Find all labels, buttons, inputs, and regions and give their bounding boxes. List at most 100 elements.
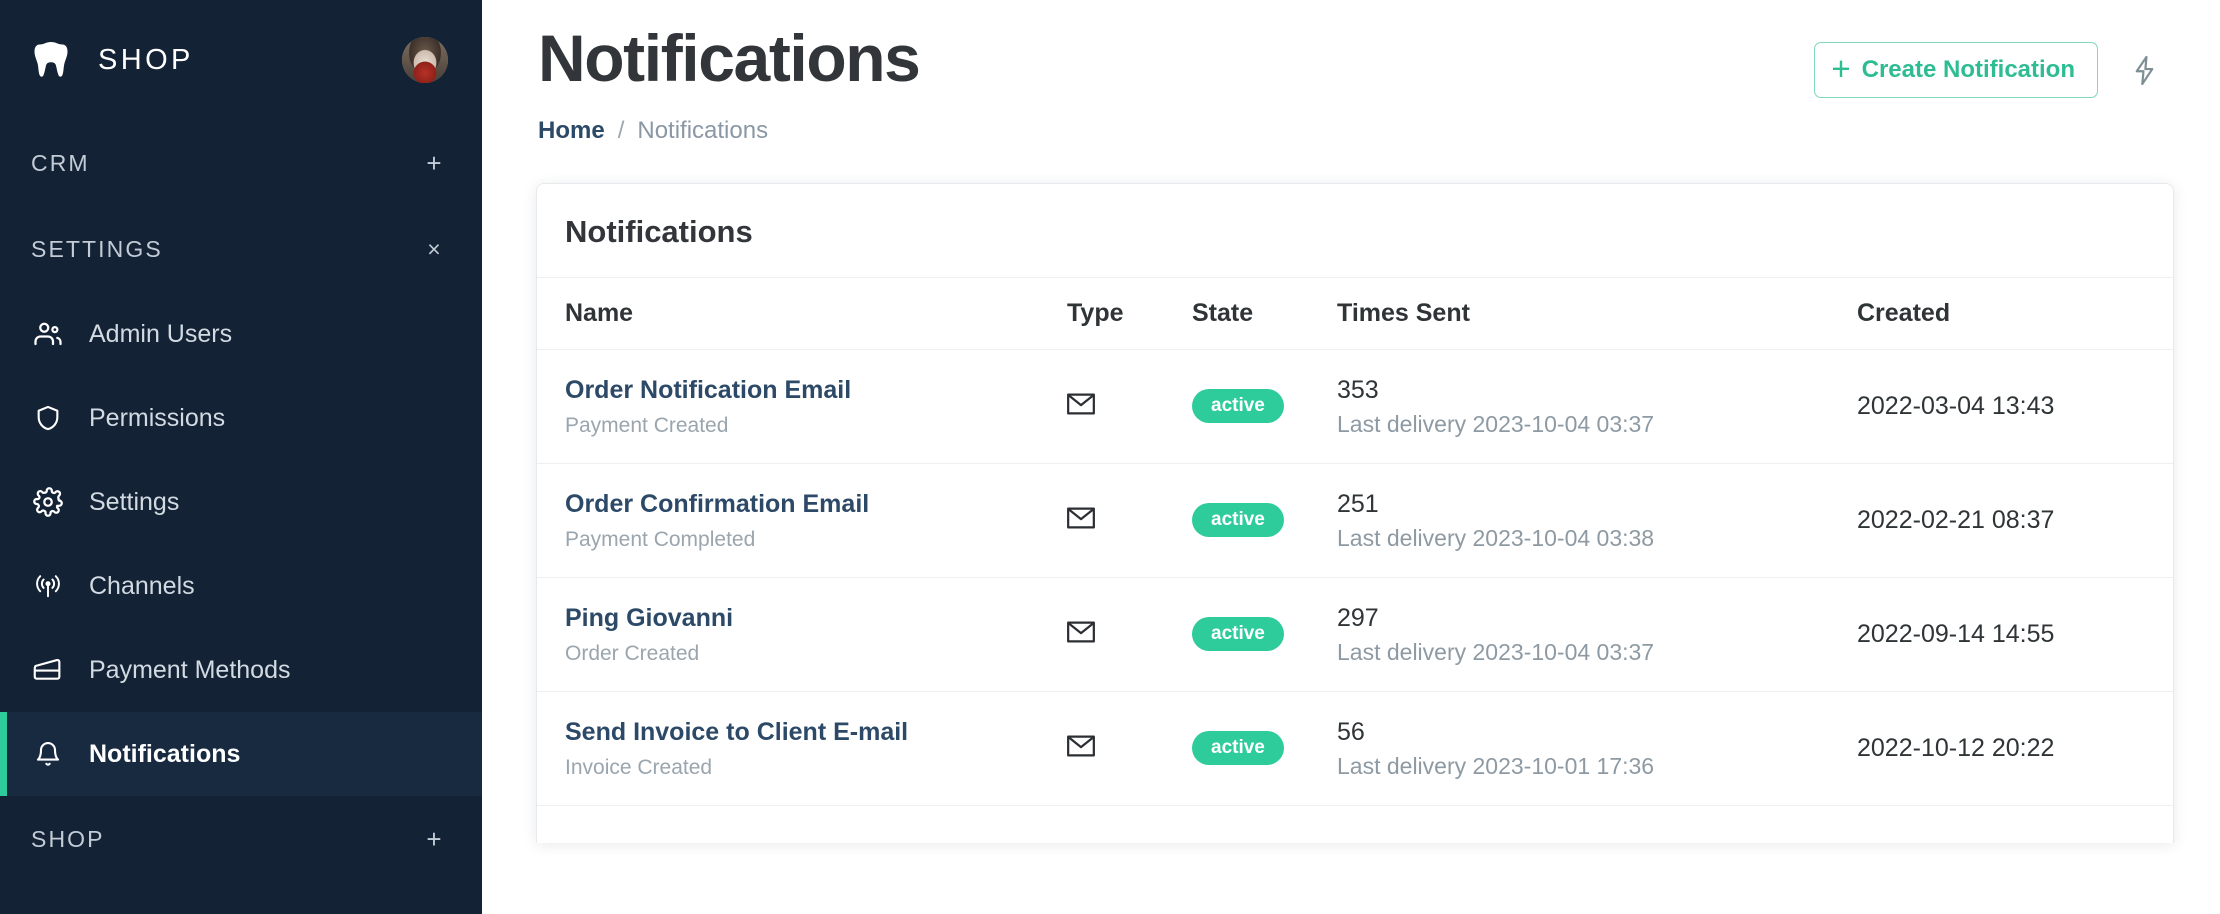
cell-name: Order Confirmation Email Payment Complet… [537, 463, 1067, 577]
status-badge: active [1192, 389, 1284, 423]
table-head: Name Type State Times Sent Created [537, 277, 2173, 349]
column-header-created[interactable]: Created [1857, 277, 2173, 349]
cell-times-sent: 251 Last delivery 2023-10-04 03:38 [1337, 463, 1857, 577]
times-sent-count: 251 [1337, 489, 1857, 519]
notification-name-link[interactable]: Send Invoice to Client E-mail [565, 717, 1067, 748]
status-badge: active [1192, 731, 1284, 765]
column-header-state[interactable]: State [1192, 277, 1337, 349]
last-delivery: Last delivery 2023-10-01 17:36 [1337, 753, 1857, 780]
cell-name: Order Notification Email Payment Created [537, 349, 1067, 463]
sidebar-item-admin-users[interactable]: Admin Users [0, 292, 482, 376]
plus-icon[interactable]: + [422, 826, 448, 852]
cell-name: Ping Giovanni Order Created [537, 577, 1067, 691]
main-content: Notifications Home / Notifications + Cre… [482, 0, 2220, 914]
cell-state: active [1192, 577, 1337, 691]
sidebar-section-settings-label: SETTINGS [31, 236, 422, 263]
table-row[interactable]: Send Invoice to Client E-mail Invoice Cr… [537, 691, 2173, 805]
brand-title: SHOP [98, 44, 194, 77]
sidebar-item-label: Notifications [89, 740, 240, 769]
avatar[interactable] [402, 37, 448, 83]
table-body: Order Notification Email Payment Created… [537, 349, 2173, 805]
sidebar-brand[interactable]: SHOP [0, 0, 482, 120]
table-row[interactable]: Order Confirmation Email Payment Complet… [537, 463, 2173, 577]
sidebar-section-shop-label: SHOP [31, 826, 422, 853]
breadcrumb-separator: / [618, 117, 625, 145]
notification-event: Order Created [565, 642, 1067, 666]
column-header-type[interactable]: Type [1067, 277, 1192, 349]
created-date: 2022-10-12 20:22 [1857, 734, 2173, 763]
sidebar-section-crm[interactable]: CRM + [0, 120, 482, 206]
sidebar-item-notifications[interactable]: Notifications [0, 712, 482, 796]
cell-type [1067, 349, 1192, 463]
created-date: 2022-03-04 13:43 [1857, 392, 2173, 421]
breadcrumb: Home / Notifications [538, 117, 1814, 145]
notification-event: Payment Created [565, 414, 1067, 438]
credit-card-icon [31, 653, 65, 687]
cell-state: active [1192, 349, 1337, 463]
column-header-times-sent[interactable]: Times Sent [1337, 277, 1857, 349]
sidebar-section-crm-label: CRM [31, 150, 422, 177]
notification-name-link[interactable]: Order Notification Email [565, 375, 1067, 406]
avatar-image [402, 37, 448, 83]
notification-name-link[interactable]: Order Confirmation Email [565, 489, 1067, 520]
cell-created: 2022-03-04 13:43 [1857, 349, 2173, 463]
lightning-bolt-icon[interactable] [2124, 50, 2164, 90]
bell-icon [31, 737, 65, 771]
cell-state: active [1192, 463, 1337, 577]
notification-name-link[interactable]: Ping Giovanni [565, 603, 1067, 634]
notification-event: Invoice Created [565, 756, 1067, 780]
sidebar: SHOP CRM + SETTINGS × Admin Users Permis… [0, 0, 482, 914]
cell-times-sent: 297 Last delivery 2023-10-04 03:37 [1337, 577, 1857, 691]
cell-times-sent: 353 Last delivery 2023-10-04 03:37 [1337, 349, 1857, 463]
last-delivery: Last delivery 2023-10-04 03:37 [1337, 639, 1857, 666]
page-title: Notifications [538, 22, 1814, 96]
close-icon[interactable]: × [422, 238, 448, 261]
plus-icon: + [1831, 57, 1850, 80]
cell-type [1067, 577, 1192, 691]
last-delivery: Last delivery 2023-10-04 03:38 [1337, 525, 1857, 552]
sidebar-item-label: Admin Users [89, 320, 232, 349]
times-sent-count: 297 [1337, 603, 1857, 633]
envelope-icon [1067, 621, 1095, 643]
table-row[interactable]: Ping Giovanni Order Created active [537, 577, 2173, 691]
cell-created: 2022-02-21 08:37 [1857, 463, 2173, 577]
cell-times-sent: 56 Last delivery 2023-10-01 17:36 [1337, 691, 1857, 805]
sidebar-item-label: Settings [89, 488, 179, 517]
column-header-name[interactable]: Name [537, 277, 1067, 349]
sidebar-item-channels[interactable]: Channels [0, 544, 482, 628]
created-date: 2022-02-21 08:37 [1857, 506, 2173, 535]
envelope-icon [1067, 507, 1095, 529]
page-header: Notifications Home / Notifications + Cre… [482, 0, 2220, 145]
table-row[interactable]: Order Notification Email Payment Created… [537, 349, 2173, 463]
sidebar-item-permissions[interactable]: Permissions [0, 376, 482, 460]
cell-created: 2022-09-14 14:55 [1857, 577, 2173, 691]
notifications-card: Notifications Name Type State Times Sent… [536, 183, 2174, 843]
sidebar-section-settings[interactable]: SETTINGS × [0, 206, 482, 292]
times-sent-count: 56 [1337, 717, 1857, 747]
cell-name: Send Invoice to Client E-mail Invoice Cr… [537, 691, 1067, 805]
sidebar-item-label: Payment Methods [89, 656, 291, 685]
last-delivery: Last delivery 2023-10-04 03:37 [1337, 411, 1857, 438]
users-icon [31, 317, 65, 351]
breadcrumb-current: Notifications [637, 117, 768, 145]
cell-state: active [1192, 691, 1337, 805]
sidebar-item-label: Channels [89, 572, 195, 601]
status-badge: active [1192, 503, 1284, 537]
gear-icon [31, 485, 65, 519]
sidebar-item-label: Permissions [89, 404, 225, 433]
breadcrumb-home[interactable]: Home [538, 117, 605, 145]
envelope-icon [1067, 393, 1095, 415]
notifications-table: Name Type State Times Sent Created Order… [537, 277, 2173, 806]
sidebar-item-payment-methods[interactable]: Payment Methods [0, 628, 482, 712]
create-notification-button[interactable]: + Create Notification [1814, 42, 2098, 98]
table-header-row: Name Type State Times Sent Created [537, 277, 2173, 349]
envelope-icon [1067, 735, 1095, 757]
sidebar-section-shop[interactable]: SHOP + [0, 796, 482, 882]
cell-created: 2022-10-12 20:22 [1857, 691, 2173, 805]
cell-type [1067, 463, 1192, 577]
notification-event: Payment Completed [565, 528, 1067, 552]
page-header-actions: + Create Notification [1814, 22, 2164, 98]
sidebar-item-settings[interactable]: Settings [0, 460, 482, 544]
plus-icon[interactable]: + [422, 150, 448, 176]
shield-icon [31, 401, 65, 435]
